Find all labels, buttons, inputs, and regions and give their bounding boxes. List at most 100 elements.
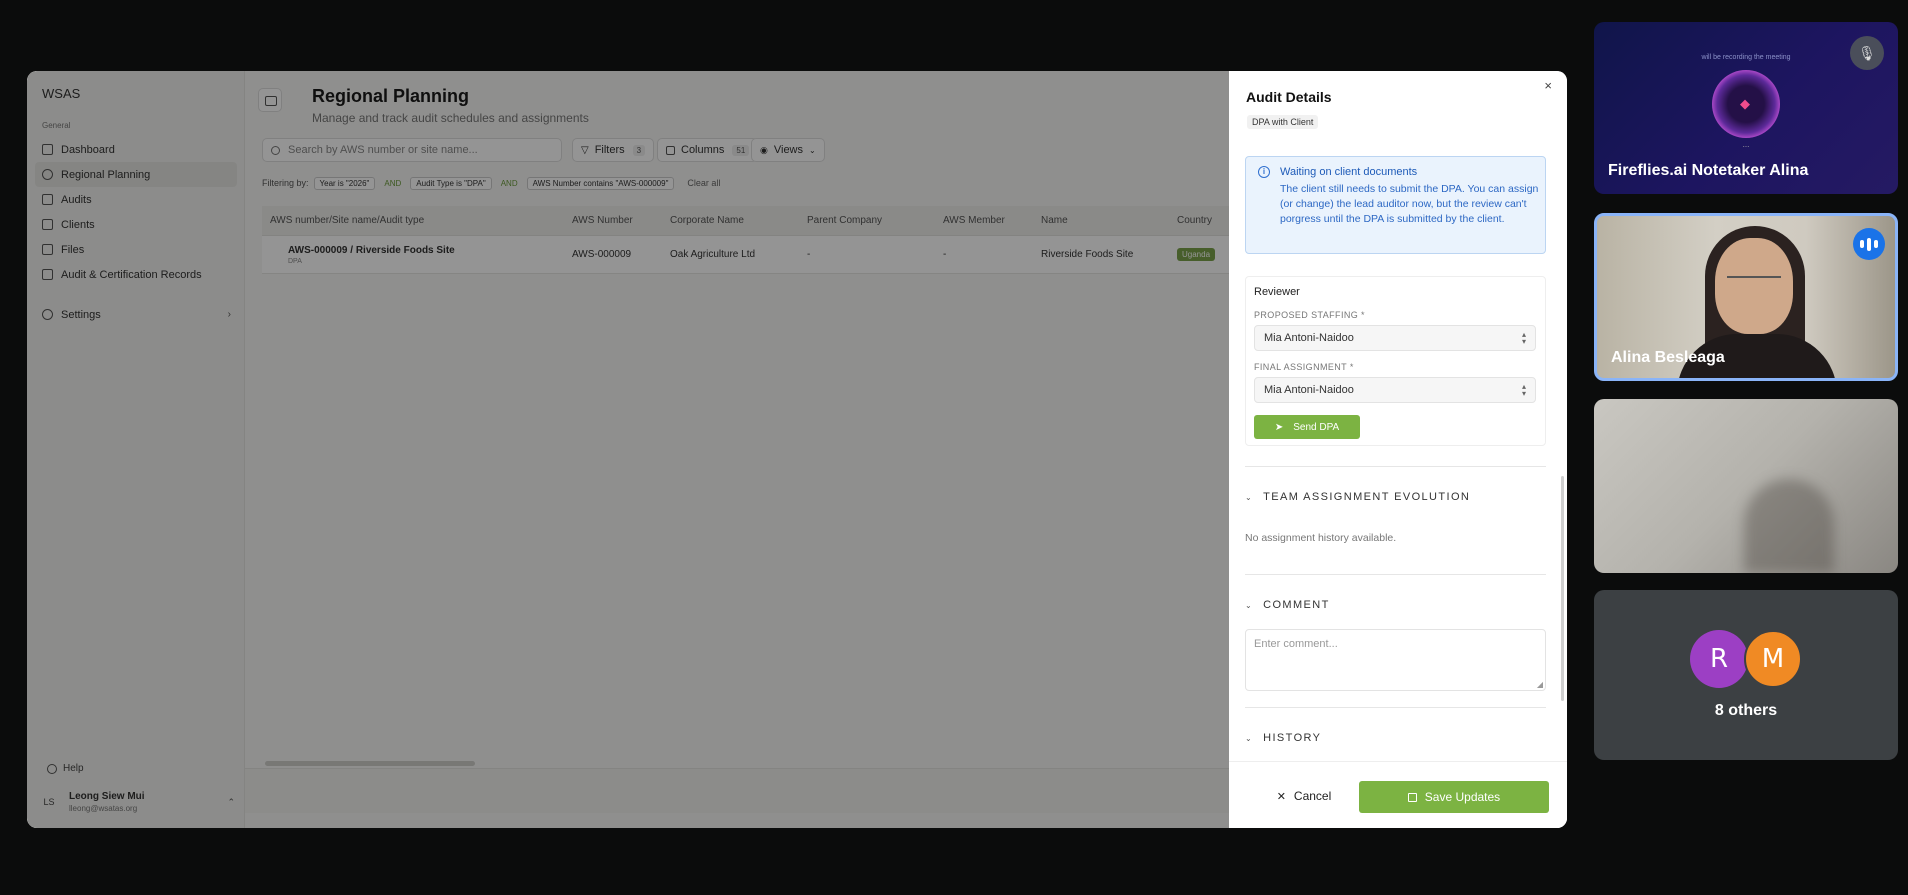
reviewer-card: Reviewer PROPOSED STAFFING * Mia Antoni-…: [1245, 276, 1546, 446]
chevron-down-icon: ⌄: [1245, 600, 1254, 610]
sidebar: WSAS General Dashboard Regional Planning…: [27, 71, 245, 828]
clients-icon: [42, 219, 53, 230]
drawer-footer: ✕ Cancel Save Updates: [1229, 761, 1567, 828]
final-assignment-select[interactable]: Mia Antoni-Naidoo ▴ ▾: [1254, 377, 1536, 403]
column-header[interactable]: Parent Company: [807, 215, 943, 226]
country-badge: Uganda: [1177, 248, 1216, 261]
cancel-button[interactable]: ✕ Cancel: [1269, 781, 1339, 811]
participant-tile-others[interactable]: R M 8 others: [1594, 590, 1898, 760]
chevron-updown-icon: ▴ ▾: [1521, 382, 1526, 398]
close-icon: ✕: [1276, 790, 1286, 803]
sidebar-item-files[interactable]: Files: [35, 237, 237, 262]
participant-tile-blurred[interactable]: [1594, 399, 1898, 573]
audit-type: DPA: [288, 257, 302, 265]
clear-all-link[interactable]: Clear all: [687, 178, 720, 188]
columns-count-badge: 51: [732, 144, 750, 156]
filter-chip-audit-type[interactable]: Audit Type is "DPA": [410, 176, 492, 190]
section-title: COMMENT: [1263, 599, 1330, 611]
help-link[interactable]: Help: [47, 763, 84, 774]
map-pin-icon: [42, 169, 53, 180]
close-icon[interactable]: ×: [1544, 78, 1552, 93]
fireflies-logo: ◆: [1712, 70, 1780, 138]
main-content: Regional Planning Manage and track audit…: [245, 71, 1229, 828]
participant-tile-notetaker[interactable]: will be recording the meeting ◆ ... 🎙 Fi…: [1594, 22, 1898, 194]
info-title: Waiting on client documents: [1280, 166, 1418, 178]
comment-textarea[interactable]: Enter comment... ◢: [1245, 629, 1546, 691]
participant-tile-alina[interactable]: Alina Besleaga: [1594, 213, 1898, 381]
column-header[interactable]: Corporate Name: [670, 215, 807, 226]
column-header[interactable]: AWS Member: [943, 215, 1041, 226]
horizontal-scrollbar[interactable]: [265, 761, 475, 766]
participant-video: [1744, 479, 1834, 573]
page-subtitle: Manage and track audit schedules and ass…: [312, 111, 589, 125]
avatar: M: [1744, 630, 1802, 688]
sidebar-item-records[interactable]: Audit & Certification Records: [35, 262, 237, 287]
column-header[interactable]: AWS Number: [572, 215, 670, 226]
divider: [1245, 574, 1546, 575]
comment-placeholder: Enter comment...: [1254, 638, 1338, 650]
sidebar-item-settings[interactable]: Settings ›: [35, 302, 237, 327]
user-email: lleong@wsatas.org: [69, 804, 138, 813]
sidebar-nav: Dashboard Regional Planning Audits Clien…: [35, 137, 237, 327]
chevron-updown-icon: ⌃: [227, 796, 235, 807]
aws-member-cell: -: [943, 249, 947, 260]
columns-button[interactable]: Columns 51: [657, 138, 759, 162]
sidebar-item-label: Clients: [61, 218, 95, 231]
document-icon: [42, 269, 53, 280]
proposed-staffing-value: Mia Antoni-Naidoo: [1264, 332, 1354, 344]
table-row[interactable]: AWS-000009 / Riverside Foods Site DPA AW…: [262, 236, 1229, 274]
sidebar-item-label: Settings: [61, 308, 101, 321]
column-header[interactable]: Country: [1177, 215, 1229, 226]
avatar: R: [1690, 630, 1748, 688]
avatar: LS: [43, 797, 55, 807]
column-header[interactable]: AWS number/Site name/Audit type: [262, 215, 572, 226]
nav-section-label: General: [42, 121, 71, 130]
status-badge: DPA with Client: [1247, 115, 1319, 129]
cancel-label: Cancel: [1293, 789, 1332, 803]
section-title: HISTORY: [1263, 732, 1322, 744]
columns-label: Columns: [681, 144, 725, 156]
drawer-scrollbar[interactable]: [1561, 476, 1564, 701]
proposed-staffing-select[interactable]: Mia Antoni-Naidoo ▴ ▾: [1254, 325, 1536, 351]
final-assignment-value: Mia Antoni-Naidoo: [1264, 384, 1354, 396]
sidebar-toggle-button[interactable]: [258, 88, 282, 112]
participant-name: Alina Besleaga: [1611, 349, 1725, 366]
divider: [1245, 707, 1546, 708]
filters-button[interactable]: ▽ Filters 3: [572, 138, 655, 162]
site-name: AWS-000009 / Riverside Foods Site: [288, 244, 455, 256]
gear-icon: [42, 309, 53, 320]
filter-icon: ▽: [581, 144, 589, 156]
drawer-title: Audit Details: [1246, 89, 1332, 105]
resize-handle-icon[interactable]: ◢: [1537, 680, 1543, 689]
filter-chip-aws-number[interactable]: AWS Number contains "AWS-000009": [526, 176, 675, 190]
section-title: TEAM ASSIGNMENT EVOLUTION: [1263, 491, 1471, 503]
parent-company-cell: -: [807, 249, 811, 260]
sidebar-item-regional-planning[interactable]: Regional Planning: [35, 162, 237, 187]
page-title: Regional Planning: [312, 86, 470, 106]
send-dpa-button[interactable]: ➤ Send DPA: [1254, 415, 1360, 439]
active-filters: Filtering by: Year is "2026" AND Audit T…: [262, 175, 720, 191]
search-input[interactable]: Search by AWS number or site name...: [262, 138, 562, 162]
table-header: AWS number/Site name/Audit type AWS Numb…: [262, 206, 1229, 236]
sidebar-item-clients[interactable]: Clients: [35, 212, 237, 237]
column-header[interactable]: Name: [1041, 215, 1177, 226]
save-updates-button[interactable]: Save Updates: [1359, 781, 1549, 813]
sidebar-item-label: Dashboard: [61, 143, 115, 156]
history-section-toggle[interactable]: ⌄ HISTORY: [1245, 732, 1321, 744]
chevron-updown-icon: ▴ ▾: [1521, 330, 1526, 346]
views-button[interactable]: ◉ Views ⌄: [751, 138, 825, 162]
help-label: Help: [63, 763, 84, 774]
user-menu[interactable]: LS Leong Siew Mui lleong@wsatas.org ⌃: [39, 786, 235, 818]
sidebar-item-audits[interactable]: Audits: [35, 187, 237, 212]
columns-icon: [666, 145, 675, 155]
reviewer-title: Reviewer: [1254, 286, 1300, 298]
corporate-name-cell: Oak Agriculture Ltd: [670, 249, 756, 260]
aws-number-cell: AWS-000009: [572, 249, 632, 260]
filter-chip-year[interactable]: Year is "2026": [313, 176, 376, 190]
comment-section-toggle[interactable]: ⌄ COMMENT: [1245, 599, 1330, 611]
send-dpa-label: Send DPA: [1293, 421, 1340, 433]
team-assignment-section-toggle[interactable]: ⌄ TEAM ASSIGNMENT EVOLUTION: [1245, 491, 1470, 503]
chevron-down-icon: ⌄: [1245, 492, 1254, 502]
sidebar-item-dashboard[interactable]: Dashboard: [35, 137, 237, 162]
and-label: AND: [384, 178, 402, 188]
